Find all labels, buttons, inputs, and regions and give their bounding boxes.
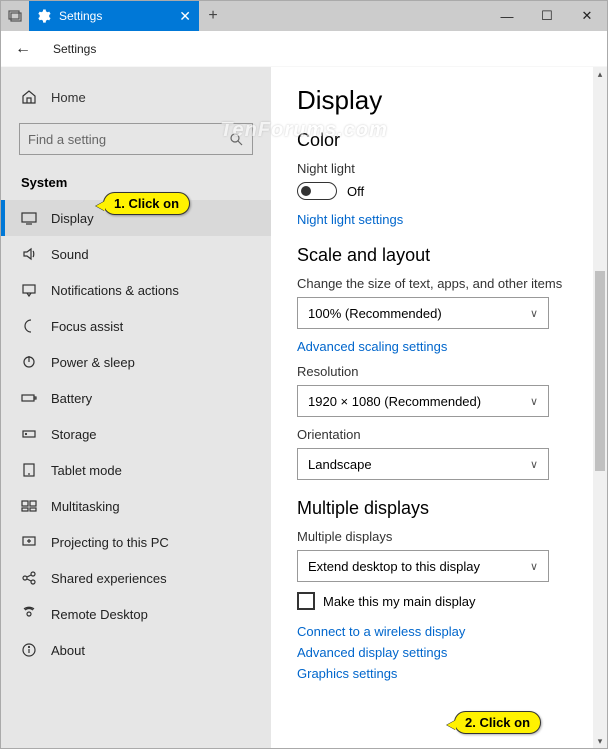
sidebar-item-projecting[interactable]: Projecting to this PC bbox=[1, 524, 271, 560]
breadcrumb: Settings bbox=[53, 42, 96, 56]
advanced-scaling-link[interactable]: Advanced scaling settings bbox=[297, 339, 581, 354]
header: ← Settings bbox=[1, 31, 607, 67]
nav-label: Tablet mode bbox=[51, 463, 122, 478]
scale-select[interactable]: 100% (Recommended) ∨ bbox=[297, 297, 549, 329]
night-light-settings-link[interactable]: Night light settings bbox=[297, 212, 581, 227]
scrollbar[interactable]: ▴ ▾ bbox=[593, 67, 607, 748]
page-title: Display bbox=[297, 85, 581, 116]
tab-title: Settings bbox=[59, 9, 102, 23]
callout-1: 1. Click on bbox=[103, 192, 190, 215]
taskview-icon[interactable] bbox=[1, 1, 29, 31]
nav-label: Projecting to this PC bbox=[51, 535, 169, 550]
main-display-checkbox[interactable] bbox=[297, 592, 315, 610]
power-icon bbox=[21, 354, 37, 370]
sidebar-item-tablet[interactable]: Tablet mode bbox=[1, 452, 271, 488]
home-label: Home bbox=[51, 90, 86, 105]
multiple-label: Multiple displays bbox=[297, 529, 581, 544]
close-button[interactable]: ✕ bbox=[567, 1, 607, 31]
scroll-down-icon[interactable]: ▾ bbox=[593, 734, 607, 748]
search-icon bbox=[228, 131, 244, 147]
resolution-value: 1920 × 1080 (Recommended) bbox=[308, 394, 481, 409]
sidebar-item-battery[interactable]: Battery bbox=[1, 380, 271, 416]
sidebar-item-focus[interactable]: Focus assist bbox=[1, 308, 271, 344]
nav-label: Sound bbox=[51, 247, 89, 262]
minimize-button[interactable]: — bbox=[487, 1, 527, 31]
scale-heading: Scale and layout bbox=[297, 245, 581, 266]
color-heading: Color bbox=[297, 130, 581, 151]
home-icon bbox=[21, 89, 37, 105]
orientation-select[interactable]: Landscape ∨ bbox=[297, 448, 549, 480]
nav-label: Focus assist bbox=[51, 319, 123, 334]
sound-icon bbox=[21, 246, 37, 262]
scroll-up-icon[interactable]: ▴ bbox=[593, 67, 607, 81]
night-light-toggle[interactable] bbox=[297, 182, 337, 200]
tablet-icon bbox=[21, 462, 37, 478]
nav-label: Shared experiences bbox=[51, 571, 167, 586]
chevron-down-icon: ∨ bbox=[530, 307, 538, 320]
callout-2: 2. Click on bbox=[454, 711, 541, 734]
content-panel: Display Color Night light Off Night ligh… bbox=[271, 67, 607, 748]
multiple-value: Extend desktop to this display bbox=[308, 559, 480, 574]
sidebar-item-remote[interactable]: Remote Desktop bbox=[1, 596, 271, 632]
chevron-down-icon: ∨ bbox=[530, 395, 538, 408]
display-icon bbox=[21, 210, 37, 226]
sidebar-item-power[interactable]: Power & sleep bbox=[1, 344, 271, 380]
sidebar-item-about[interactable]: About bbox=[1, 632, 271, 668]
scale-value: 100% (Recommended) bbox=[308, 306, 442, 321]
search-box[interactable] bbox=[19, 123, 253, 155]
night-light-label: Night light bbox=[297, 161, 581, 176]
battery-icon bbox=[21, 390, 37, 406]
nav-label: Power & sleep bbox=[51, 355, 135, 370]
sidebar-item-multitasking[interactable]: Multitasking bbox=[1, 488, 271, 524]
nav-label: About bbox=[51, 643, 85, 658]
moon-icon bbox=[21, 318, 37, 334]
wireless-display-link[interactable]: Connect to a wireless display bbox=[297, 624, 581, 639]
back-button[interactable]: ← bbox=[15, 40, 31, 58]
multiple-select[interactable]: Extend desktop to this display ∨ bbox=[297, 550, 549, 582]
notification-icon bbox=[21, 282, 37, 298]
graphics-settings-link[interactable]: Graphics settings bbox=[297, 666, 581, 681]
sidebar: Home System Display Sound Notifications … bbox=[1, 67, 271, 748]
nav-label: Notifications & actions bbox=[51, 283, 179, 298]
resolution-select[interactable]: 1920 × 1080 (Recommended) ∨ bbox=[297, 385, 549, 417]
orientation-label: Orientation bbox=[297, 427, 581, 442]
nav-label: Display bbox=[51, 211, 94, 226]
sidebar-home[interactable]: Home bbox=[1, 81, 271, 113]
titlebar: Settings ✕ + — ☐ ✕ bbox=[1, 1, 607, 31]
sidebar-item-sound[interactable]: Sound bbox=[1, 236, 271, 272]
orientation-value: Landscape bbox=[308, 457, 372, 472]
share-icon bbox=[21, 570, 37, 586]
tab-close-icon[interactable]: ✕ bbox=[179, 8, 191, 25]
sidebar-item-notifications[interactable]: Notifications & actions bbox=[1, 272, 271, 308]
storage-icon bbox=[21, 426, 37, 442]
main-display-label: Make this my main display bbox=[323, 594, 475, 609]
search-input[interactable] bbox=[28, 132, 228, 147]
nav-label: Remote Desktop bbox=[51, 607, 148, 622]
sidebar-item-storage[interactable]: Storage bbox=[1, 416, 271, 452]
project-icon bbox=[21, 534, 37, 550]
chevron-down-icon: ∨ bbox=[530, 458, 538, 471]
new-tab-button[interactable]: + bbox=[199, 1, 227, 31]
night-light-state: Off bbox=[347, 184, 364, 199]
tab-settings[interactable]: Settings ✕ bbox=[29, 1, 199, 31]
sidebar-item-shared[interactable]: Shared experiences bbox=[1, 560, 271, 596]
remote-icon bbox=[21, 606, 37, 622]
info-icon bbox=[21, 642, 37, 658]
nav-label: Multitasking bbox=[51, 499, 120, 514]
maximize-button[interactable]: ☐ bbox=[527, 1, 567, 31]
advanced-display-link[interactable]: Advanced display settings bbox=[297, 645, 581, 660]
gear-icon bbox=[37, 9, 51, 23]
multiple-heading: Multiple displays bbox=[297, 498, 581, 519]
resolution-label: Resolution bbox=[297, 364, 581, 379]
nav-label: Battery bbox=[51, 391, 92, 406]
scroll-thumb[interactable] bbox=[595, 271, 605, 471]
nav-label: Storage bbox=[51, 427, 97, 442]
scale-label: Change the size of text, apps, and other… bbox=[297, 276, 581, 291]
multitask-icon bbox=[21, 498, 37, 514]
chevron-down-icon: ∨ bbox=[530, 560, 538, 573]
